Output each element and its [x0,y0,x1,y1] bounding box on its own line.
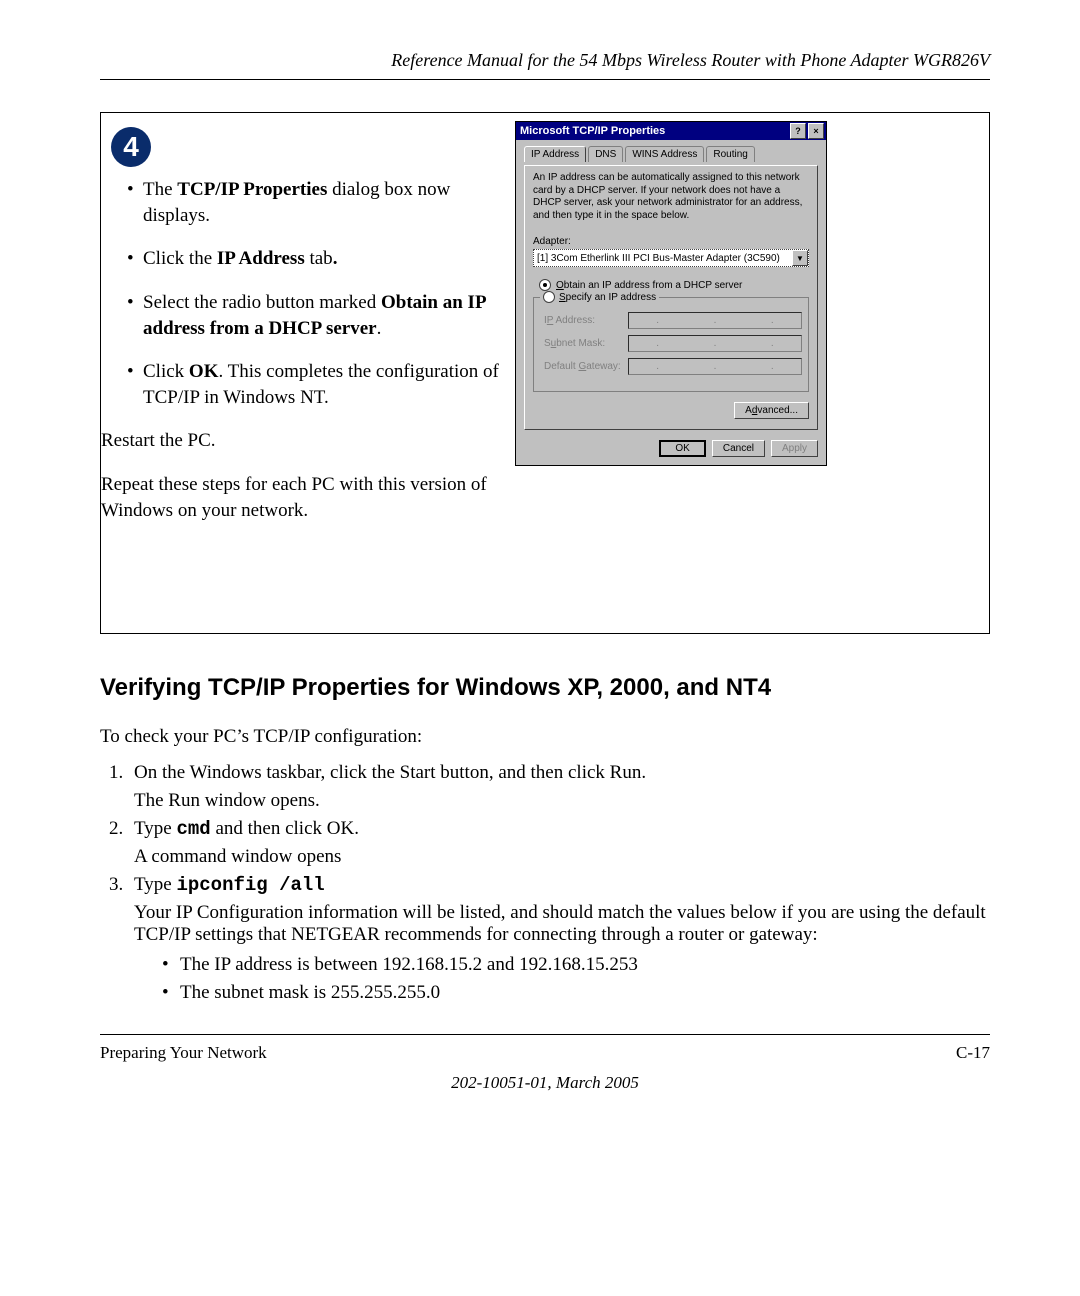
step-text: The Run window opens. [134,790,990,812]
step-item: On the Windows taskbar, click the Start … [128,762,990,812]
instruction-text: Repeat these steps for each PC with this… [101,472,509,523]
step-text: Your IP Configuration information will b… [134,902,990,946]
text-bold: OK [189,361,219,382]
gateway-field[interactable]: ... [628,358,802,375]
code-text: cmd [176,818,210,840]
step-number-badge: 4 [111,127,151,167]
adapter-value: [1] 3Com Etherlink III PCI Bus-Master Ad… [537,253,780,264]
step-text: Type ipconfig /all [134,874,990,896]
instruction-bullet: Select the radio button marked Obtain an… [127,290,507,341]
radio-icon [539,279,551,291]
page-header: Reference Manual for the 54 Mbps Wireles… [100,50,990,80]
text: The [143,179,177,200]
adapter-combo[interactable]: [1] 3Com Etherlink III PCI Bus-Master Ad… [533,249,809,267]
adapter-label: Adapter: [533,236,809,247]
tab-ip-address[interactable]: IP Address [524,146,586,162]
subnet-mask-field[interactable]: ... [628,335,802,352]
tab-routing[interactable]: Routing [706,146,754,162]
text: tab [305,248,333,269]
tab-dns[interactable]: DNS [588,146,623,162]
subnet-mask-label: Subnet Mask: [544,338,622,349]
text: O [556,280,564,291]
sub-bullet: The IP address is between 192.168.15.2 a… [162,954,990,976]
ok-button[interactable]: OK [659,440,705,457]
tab-panel: An IP address can be automatically assig… [524,165,818,430]
step-text: On the Windows taskbar, click the Start … [134,762,990,784]
specify-ip-group: Specify an IP address IP Address: ... Su… [533,297,809,392]
instruction-bullet: Click OK. This completes the configurati… [127,359,507,410]
radio-icon[interactable] [543,291,555,303]
close-icon[interactable]: × [808,123,824,139]
dialog-titlebar: Microsoft TCP/IP Properties ? × [516,122,826,140]
help-icon[interactable]: ? [790,123,806,139]
ip-address-field[interactable]: ... [628,312,802,329]
text: pecify an IP address [566,292,656,303]
text: Click [143,361,189,382]
dialog-title: Microsoft TCP/IP Properties [520,125,665,137]
step-text: Type cmd and then click OK. [134,818,990,840]
intro-text: To check your PC’s TCP/IP configuration: [100,726,990,748]
section-heading: Verifying TCP/IP Properties for Windows … [100,674,990,702]
code-text: ipconfig /all [176,874,324,896]
ip-address-label: IP Address: [544,315,622,326]
gateway-label: Default Gateway: [544,361,622,372]
radio-obtain-dhcp[interactable]: Obtain an IP address from a DHCP server [539,279,809,291]
tab-wins[interactable]: WINS Address [625,146,704,162]
doc-number: 202-10051-01, March 2005 [100,1073,990,1093]
text-bold: IP Address [217,248,305,269]
apply-button[interactable]: Apply [771,440,818,457]
step-item: Type ipconfig /all Your IP Configuration… [128,874,990,1004]
text: Click the [143,248,217,269]
instruction-text: Restart the PC. [101,428,509,454]
text-bold: TCP/IP Properties [177,179,327,200]
step-item: Type cmd and then click OK. A command wi… [128,818,990,868]
cancel-button[interactable]: Cancel [712,440,765,457]
advanced-button[interactable]: Advanced... [734,402,809,419]
dialog-description: An IP address can be automatically assig… [533,172,809,222]
chevron-down-icon[interactable]: ▼ [792,250,808,266]
instruction-bullet: The TCP/IP Properties dialog box now dis… [127,177,507,228]
instruction-bullet: Click the IP Address tab. [127,246,507,272]
text: Select the radio button marked [143,292,381,313]
text: S [559,292,566,303]
instruction-frame: 4 The TCP/IP Properties dialog box now d… [100,112,990,634]
footer-right: C-17 [956,1043,990,1063]
page-footer: Preparing Your Network C-17 [100,1034,990,1063]
tab-row: IP Address DNS WINS Address Routing [524,146,818,162]
tcpip-dialog: Microsoft TCP/IP Properties ? × IP Addre… [515,121,827,466]
step-text: A command window opens [134,846,990,868]
footer-left: Preparing Your Network [100,1043,267,1063]
sub-bullet: The subnet mask is 255.255.255.0 [162,982,990,1004]
text: btain an IP address from a DHCP server [564,280,743,291]
